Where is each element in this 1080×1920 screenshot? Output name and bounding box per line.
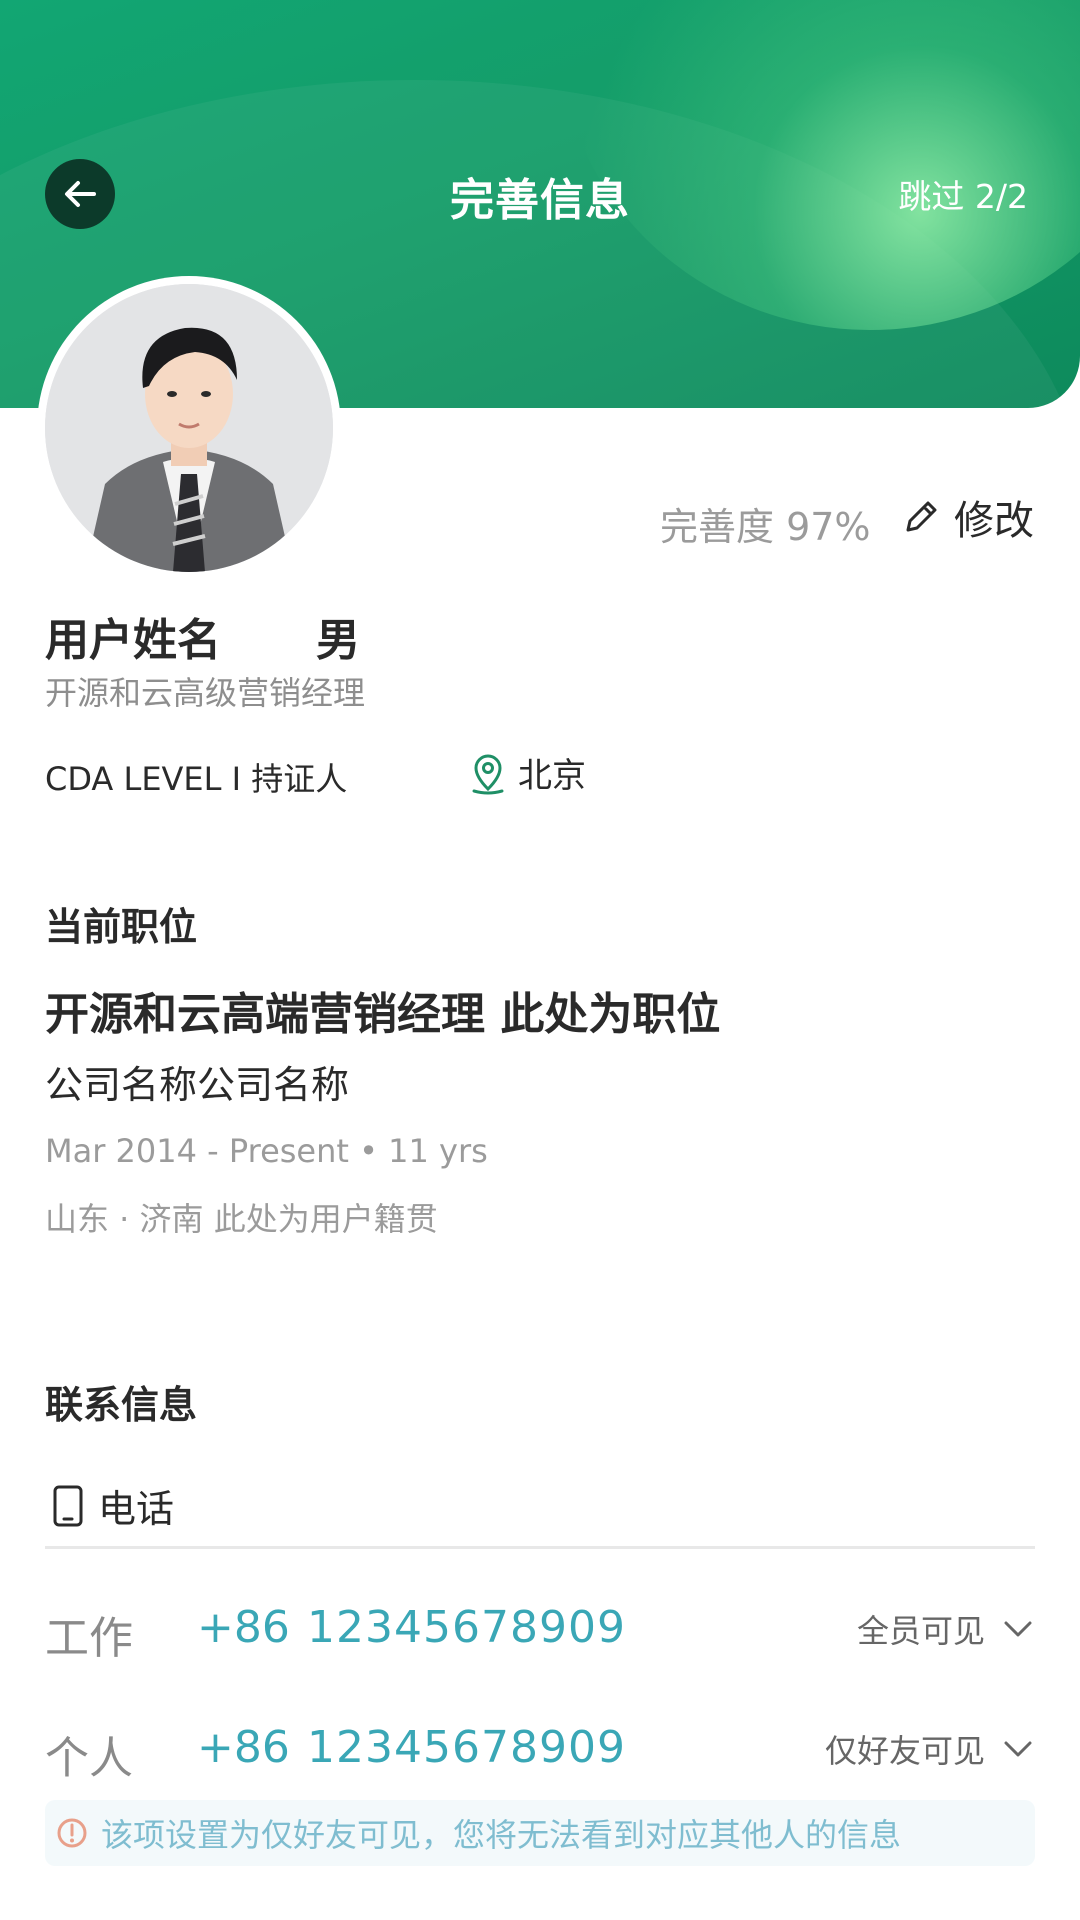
location-label: 北京	[518, 756, 586, 796]
position-title: 开源和云高端营销经理 此处为职位	[45, 989, 721, 1040]
notice-text: 该项设置为仅好友可见，您将无法看到对应其他人的信息	[101, 1816, 902, 1854]
user-gender: 男	[316, 615, 360, 666]
edit-button[interactable]: 修改	[900, 488, 1034, 546]
pencil-icon	[906, 501, 937, 532]
phone-number: 12345678909	[307, 1602, 626, 1653]
avatar-frame	[37, 276, 341, 580]
warning-icon	[57, 1818, 87, 1848]
phone-number: 12345678909	[307, 1722, 626, 1773]
position-dates: Mar 2014 - Present • 11 yrs	[45, 1132, 488, 1170]
location: 北京	[466, 748, 586, 797]
avatar-photo	[45, 284, 333, 572]
phone-row-work: 工作 +86 12345678909 全员可见	[45, 1592, 1035, 1672]
user-origin: 山东 · 济南 此处为用户籍贯	[45, 1200, 438, 1238]
phone-type: 工作	[45, 1613, 133, 1664]
phone-header: 电话	[52, 1478, 174, 1533]
location-pin-icon	[472, 754, 504, 794]
chevron-down-icon	[1004, 1621, 1032, 1637]
current-position-title: 当前职位	[45, 905, 198, 949]
visibility-dropdown[interactable]: 仅好友可见	[825, 1726, 1035, 1772]
user-headline: 开源和云高级营销经理	[45, 674, 366, 712]
visibility-dropdown[interactable]: 全员可见	[857, 1606, 1035, 1652]
phone-row-personal: 个人 +86 12345678909 仅好友可见	[45, 1712, 1035, 1792]
privacy-notice: 该项设置为仅好友可见，您将无法看到对应其他人的信息	[45, 1800, 1035, 1866]
mobile-phone-icon	[53, 1485, 83, 1526]
skip-button[interactable]: 跳过 2/2	[898, 170, 1028, 218]
visibility-label: 全员可见	[856, 1612, 985, 1650]
edit-label: 修改	[954, 498, 1034, 544]
avatar[interactable]	[45, 284, 333, 572]
country-code: +86	[197, 1602, 290, 1653]
company-name: 公司名称公司名称	[45, 1063, 350, 1107]
country-code: +86	[197, 1722, 290, 1773]
contact-section-title: 联系信息	[45, 1383, 198, 1427]
chevron-down-icon	[1004, 1741, 1032, 1757]
phone-type: 个人	[45, 1733, 133, 1784]
certification: CDA LEVEL I 持证人	[45, 760, 348, 798]
completion-rate: 完善度 97%	[660, 505, 871, 549]
divider	[45, 1546, 1035, 1549]
user-name: 用户姓名	[45, 615, 221, 666]
phone-label: 电话	[98, 1487, 175, 1531]
visibility-label: 仅好友可见	[824, 1732, 985, 1770]
